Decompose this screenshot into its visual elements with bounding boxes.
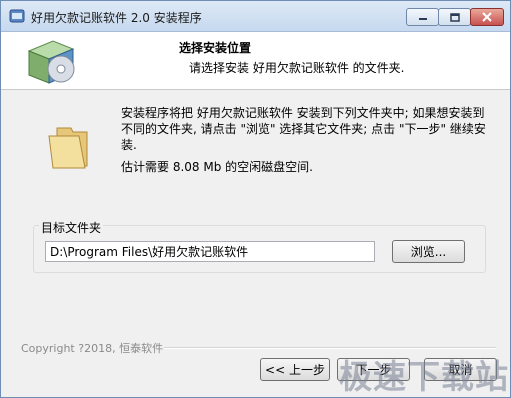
install-description: 安装程序将把 好用欠款记账软件 安装到下列文件夹中; 如果想安装到不同的文件夹,… bbox=[121, 106, 486, 152]
target-folder-label: 目标文件夹 bbox=[39, 219, 104, 236]
title-bar[interactable]: 好用欠款记账软件 2.0 安装程序 bbox=[1, 1, 510, 32]
browse-button[interactable]: 浏览... bbox=[392, 240, 465, 263]
close-button[interactable] bbox=[470, 8, 504, 26]
space-required: 估计需要 8.08 Mb 的空闲磁盘空间. bbox=[121, 160, 313, 174]
install-path-field[interactable] bbox=[45, 241, 375, 262]
minimize-button[interactable] bbox=[406, 8, 439, 26]
maximize-icon bbox=[449, 12, 460, 22]
minimize-icon bbox=[418, 18, 427, 20]
installer-app-icon bbox=[9, 9, 25, 23]
footer-divider bbox=[164, 347, 496, 349]
page-subtitle: 请选择安装 好用欠款记账软件 的文件夹. bbox=[189, 61, 405, 75]
maximize-button[interactable] bbox=[438, 8, 471, 26]
watermark-text: 极速下载站 bbox=[339, 357, 509, 396]
installer-box-icon bbox=[27, 40, 75, 84]
back-button[interactable]: << 上一步 bbox=[260, 358, 330, 381]
window-title: 好用欠款记账软件 2.0 安装程序 bbox=[31, 11, 202, 25]
page-title: 选择安装位置 bbox=[179, 41, 252, 55]
folder-icon bbox=[48, 127, 88, 169]
header-panel: 选择安装位置 请选择安装 好用欠款记账软件 的文件夹. bbox=[1, 32, 510, 90]
copyright-text: Copyright ?2018, 恒泰软件 bbox=[21, 342, 164, 355]
close-icon bbox=[482, 12, 492, 22]
installer-window: 好用欠款记账软件 2.0 安装程序 选择安装位置 请选择安装 好用欠款记账软件 … bbox=[0, 0, 511, 398]
